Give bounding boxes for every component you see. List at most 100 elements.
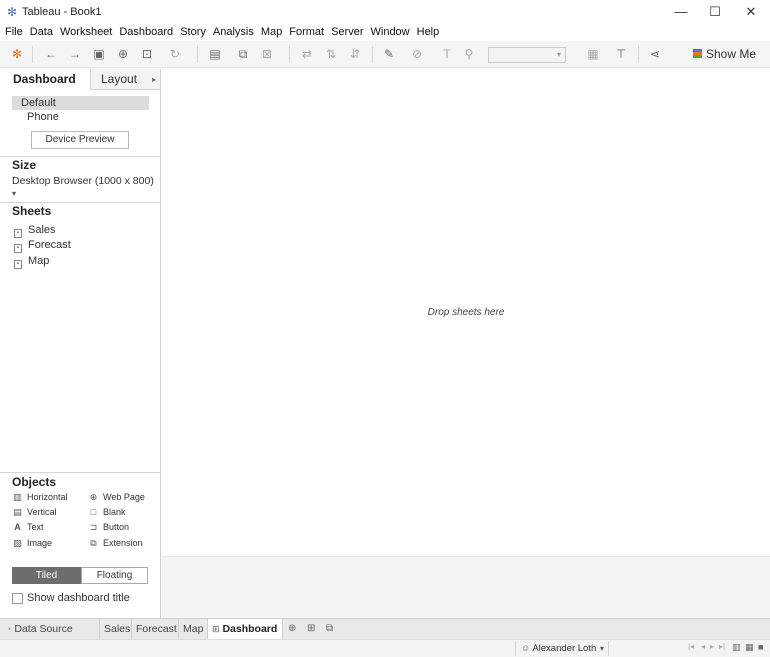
menu-dashboard[interactable]: Dashboard [119, 24, 173, 40]
worksheet-icon: ▪ [14, 260, 22, 269]
show-mark-labels-icon[interactable]: T [438, 46, 456, 62]
new-dashboard-icon[interactable]: ⊞ [307, 623, 315, 634]
sort-ascending-icon[interactable]: ⇅ [322, 46, 340, 62]
object-extension[interactable]: ⧉ Extension [88, 537, 143, 549]
tab-sales[interactable]: Sales [100, 619, 132, 640]
close-button[interactable]: ✕ [733, 0, 769, 24]
tiled-button[interactable]: Tiled [12, 567, 81, 584]
menu-story[interactable]: Story [180, 24, 206, 40]
menu-help[interactable]: Help [417, 24, 440, 40]
menu-data[interactable]: Data [30, 24, 53, 40]
object-label: Extension [103, 538, 143, 548]
show-me-button[interactable]: Show Me [693, 46, 756, 63]
size-select[interactable]: Desktop Browser (1000 x 800) ▾ [12, 175, 160, 199]
menu-analysis[interactable]: Analysis [213, 24, 254, 40]
menu-server[interactable]: Server [331, 24, 363, 40]
object-text[interactable]: A Text [12, 521, 44, 533]
refresh-icon[interactable]: ↻ [166, 46, 184, 62]
object-horizontal[interactable]: ▥ Horizontal [12, 491, 67, 503]
object-label: Blank [103, 507, 126, 517]
device-default[interactable]: Default [12, 96, 149, 110]
tab-layout-label: Layout [101, 72, 138, 86]
show-dashboard-title-label: Show dashboard title [27, 592, 130, 604]
object-label: Text [27, 522, 44, 532]
sheet-sorter-icon[interactable]: ■ [758, 642, 763, 652]
menu-map[interactable]: Map [261, 24, 282, 40]
maximize-button[interactable]: ☐ [697, 0, 733, 24]
toolbar-separator [32, 46, 33, 63]
image-icon: ▨ [13, 538, 22, 548]
toolbar: ✻ ← → ▣ ⊕ ⊡ ↻ ▤ ⧉ ⊠ ⇄ ⇅ ⇵ ✎ ⊘ T ⚲ ▾ ▦ ⊤ … [0, 41, 770, 68]
floating-button[interactable]: Floating [81, 567, 148, 584]
undo-icon[interactable]: ← [42, 46, 60, 62]
window-title: Tableau - Book1 [22, 6, 102, 18]
object-vertical[interactable]: ▤ Vertical [12, 506, 57, 518]
presentation-mode-icon[interactable]: ⊤ [612, 46, 630, 62]
last-sheet-icon[interactable]: ▸| [719, 642, 725, 651]
menu-window[interactable]: Window [371, 24, 410, 40]
next-sheet-icon[interactable]: ▸ [710, 642, 714, 651]
duplicate-sheet-icon[interactable]: ⧉ [234, 46, 252, 62]
button-icon: ⊐ [89, 522, 98, 532]
user-menu[interactable]: ☺ Alexander Loth ▾ [515, 641, 609, 656]
menu-file[interactable]: File [5, 24, 23, 40]
horizontal-container-icon: ▥ [13, 492, 22, 502]
object-label: Vertical [27, 507, 57, 517]
menu-format[interactable]: Format [289, 24, 324, 40]
save-icon[interactable]: ▣ [90, 46, 108, 62]
tab-data-source[interactable]: ◔ Data Source [0, 619, 100, 640]
first-sheet-icon[interactable]: |◂ [688, 642, 694, 651]
dashboard-canvas[interactable]: Drop sheets here [162, 69, 770, 556]
tab-dashboard-1[interactable]: ⊞ Dashboard 1 [208, 619, 283, 655]
filmstrip-icon[interactable]: ▦ [745, 642, 754, 653]
clear-sheet-icon[interactable]: ⊠ [258, 46, 276, 62]
tab-dashboard[interactable]: Dashboard [0, 69, 90, 90]
tab-map[interactable]: Map [179, 619, 208, 640]
vertical-container-icon: ▤ [13, 507, 22, 517]
object-label: Image [27, 538, 53, 548]
highlight-icon[interactable]: ✎ [380, 46, 398, 62]
redo-icon[interactable]: → [66, 46, 84, 62]
new-data-source-icon[interactable]: ⊕ [114, 46, 132, 62]
database-icon: ◔ [6, 624, 12, 634]
extension-icon: ⧉ [90, 538, 97, 548]
device-preview-button[interactable]: Device Preview [31, 131, 129, 149]
user-icon: ☺ [521, 643, 531, 653]
group-members-icon[interactable]: ⊘ [408, 46, 426, 62]
globe-icon: ⊕ [89, 492, 98, 502]
title-bar: ✻ Tableau - Book1 — ☐ ✕ [0, 0, 770, 24]
sheet-item-forecast[interactable]: ▪ Forecast [14, 238, 71, 253]
fix-axes-icon[interactable]: ⚲ [460, 46, 478, 62]
fit-select[interactable]: ▾ [488, 47, 566, 63]
new-worksheet-icon[interactable]: ▤ [206, 46, 224, 62]
show-me-label: Show Me [706, 47, 757, 61]
user-name: Alexander Loth [532, 643, 597, 654]
tab-layout[interactable]: Layout ▸ [90, 69, 160, 90]
new-story-icon[interactable]: ⧉ [326, 623, 333, 634]
dashboard-side-panel: Dashboard Layout ▸ Default Phone Device … [0, 69, 161, 618]
show-tabs-icon[interactable]: ▥ [732, 642, 741, 653]
chevron-down-icon: ▾ [12, 189, 17, 198]
canvas-margin-area [162, 556, 770, 618]
tab-forecast[interactable]: Forecast [132, 619, 179, 640]
show-cards-icon[interactable]: ▦ [584, 46, 602, 62]
previous-sheet-icon[interactable]: ◂ [701, 642, 705, 651]
share-icon[interactable]: ⋖ [646, 46, 664, 62]
pause-updates-icon[interactable]: ⊡ [138, 46, 156, 62]
sheet-item-sales[interactable]: ▪ Sales [14, 223, 56, 238]
show-dashboard-title-checkbox[interactable] [12, 593, 23, 604]
menu-worksheet[interactable]: Worksheet [60, 24, 112, 40]
tableau-start-icon[interactable]: ✻ [8, 46, 26, 62]
minimize-button[interactable]: — [663, 0, 699, 24]
sort-descending-icon[interactable]: ⇵ [346, 46, 364, 62]
sheet-item-map[interactable]: ▪ Map [14, 254, 49, 269]
object-blank[interactable]: □ Blank [88, 506, 126, 518]
swap-rows-columns-icon[interactable]: ⇄ [298, 46, 316, 62]
device-phone[interactable]: Phone [27, 110, 59, 124]
chevron-down-icon: ▾ [599, 644, 604, 653]
object-button[interactable]: ⊐ Button [88, 521, 129, 533]
object-image[interactable]: ▨ Image [12, 537, 52, 549]
chevron-down-icon: ▾ [556, 50, 561, 59]
object-web-page[interactable]: ⊕ Web Page [88, 491, 145, 503]
new-worksheet-icon[interactable]: ⊕ [288, 623, 296, 634]
